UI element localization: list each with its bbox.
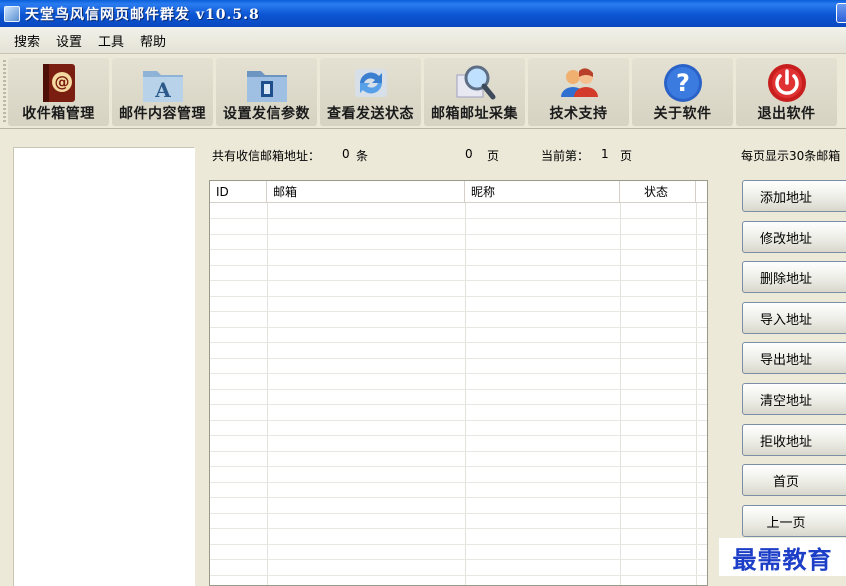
grid-line <box>210 466 707 467</box>
menu-tools[interactable]: 工具 <box>90 31 132 50</box>
about-software-button[interactable]: ? 关于软件 <box>632 58 733 126</box>
grid-line <box>210 249 707 250</box>
grid-line <box>210 265 707 266</box>
send-settings-button[interactable]: 设置发信参数 <box>216 58 317 126</box>
grid-line <box>210 311 707 312</box>
left-list-panel[interactable] <box>13 147 195 586</box>
power-icon <box>767 64 806 102</box>
column-header-id[interactable]: ID <box>210 181 267 203</box>
menu-settings[interactable]: 设置 <box>48 31 90 50</box>
grid-line <box>210 342 707 343</box>
current-page: 1 <box>601 147 609 161</box>
page-count-unit: 页 <box>487 149 500 163</box>
grid-line <box>210 327 707 328</box>
grid-line <box>210 451 707 452</box>
toolbar-label: 查看发送状态 <box>327 106 414 122</box>
grid-line <box>210 358 707 359</box>
page-count: 0 <box>465 147 473 161</box>
edit-address-button[interactable]: 修改地址 <box>742 221 846 253</box>
svg-text:?: ? <box>676 69 690 97</box>
grid-line <box>210 420 707 421</box>
grid-line <box>210 280 707 281</box>
table-header: ID 邮箱 昵称 状态 <box>210 181 707 203</box>
grid-line <box>210 218 707 219</box>
toolbar-label: 收件箱管理 <box>22 106 95 122</box>
app-icon <box>4 5 20 22</box>
tech-support-button[interactable]: 技术支持 <box>528 58 629 126</box>
magnifier-icon <box>456 65 495 100</box>
import-address-button[interactable]: 导入地址 <box>742 302 846 334</box>
refresh-arrows-icon <box>354 69 387 97</box>
inbox-manage-button[interactable]: @ 收件箱管理 <box>8 58 109 126</box>
grid-line <box>210 435 707 436</box>
grid-line <box>210 575 707 576</box>
menu-search[interactable]: 搜索 <box>6 31 48 50</box>
grid-line <box>210 389 707 390</box>
folder-settings-icon <box>246 71 287 102</box>
email-table[interactable]: ID 邮箱 昵称 状态 <box>209 180 708 586</box>
total-count: 0 <box>342 147 350 161</box>
grid-line <box>210 497 707 498</box>
toolbar-label: 邮箱邮址采集 <box>431 106 518 122</box>
svg-text:A: A <box>154 78 171 102</box>
column-header-email[interactable]: 邮箱 <box>267 181 465 203</box>
first-page-button[interactable]: 首页 <box>742 464 846 496</box>
grid-line <box>210 404 707 405</box>
total-label: 共有收信邮箱地址： <box>212 149 321 163</box>
reject-address-button[interactable]: 拒收地址 <box>742 424 846 456</box>
toolbar-label: 关于软件 <box>653 106 712 122</box>
column-header-status[interactable]: 状态 <box>620 181 696 203</box>
mail-content-button[interactable]: A 邮件内容管理 <box>112 58 213 126</box>
menu-bar: 搜索 设置 工具 帮助 <box>0 27 846 53</box>
toolbar-grip[interactable] <box>3 60 6 124</box>
add-address-button[interactable]: 添加地址 <box>742 180 846 212</box>
grid-line <box>210 513 707 514</box>
email-collect-button[interactable]: 邮箱邮址采集 <box>424 58 525 126</box>
watermark-text: 最需教育 <box>719 538 846 576</box>
export-address-button[interactable]: 导出地址 <box>742 342 846 374</box>
send-status-button[interactable]: 查看发送状态 <box>320 58 421 126</box>
window-control-button[interactable] <box>836 3 846 23</box>
delete-address-button[interactable]: 删除地址 <box>742 261 846 293</box>
users-icon <box>560 68 598 97</box>
title-bar: 天堂鸟风信网页邮件群发 v10.5.8 <box>0 0 846 27</box>
exit-software-button[interactable]: 退出软件 <box>736 58 837 126</box>
svg-text:@: @ <box>54 73 69 91</box>
column-header-nickname[interactable]: 昵称 <box>465 181 620 203</box>
grid-line <box>210 482 707 483</box>
address-book-icon: @ <box>42 64 75 102</box>
current-page-unit: 页 <box>620 149 633 163</box>
help-icon: ? <box>663 64 702 102</box>
per-page-label: 每页显示30条邮箱 <box>741 149 841 163</box>
total-unit: 条 <box>356 149 369 163</box>
clear-address-button[interactable]: 清空地址 <box>742 383 846 415</box>
grid-line <box>210 234 707 235</box>
grid-line <box>210 544 707 545</box>
toolbar-label: 退出软件 <box>757 106 816 122</box>
toolbar-label: 技术支持 <box>549 106 608 122</box>
grid-line <box>210 296 707 297</box>
current-page-label: 当前第： <box>541 149 590 163</box>
grid-line <box>210 559 707 560</box>
folder-a-icon: A <box>142 71 183 102</box>
toolbar-label: 设置发信参数 <box>223 106 310 122</box>
menu-help[interactable]: 帮助 <box>132 31 174 50</box>
grid-line <box>210 528 707 529</box>
previous-page-button[interactable]: 上一页 <box>742 505 846 537</box>
toolbar-label: 邮件内容管理 <box>119 106 206 122</box>
grid-line <box>210 373 707 374</box>
window-title: 天堂鸟风信网页邮件群发 v10.5.8 <box>25 6 260 23</box>
toolbar: @ 收件箱管理 A 邮件内容管理 设置发信参数 查看发送状态 邮箱邮址采集 技术… <box>0 53 846 129</box>
